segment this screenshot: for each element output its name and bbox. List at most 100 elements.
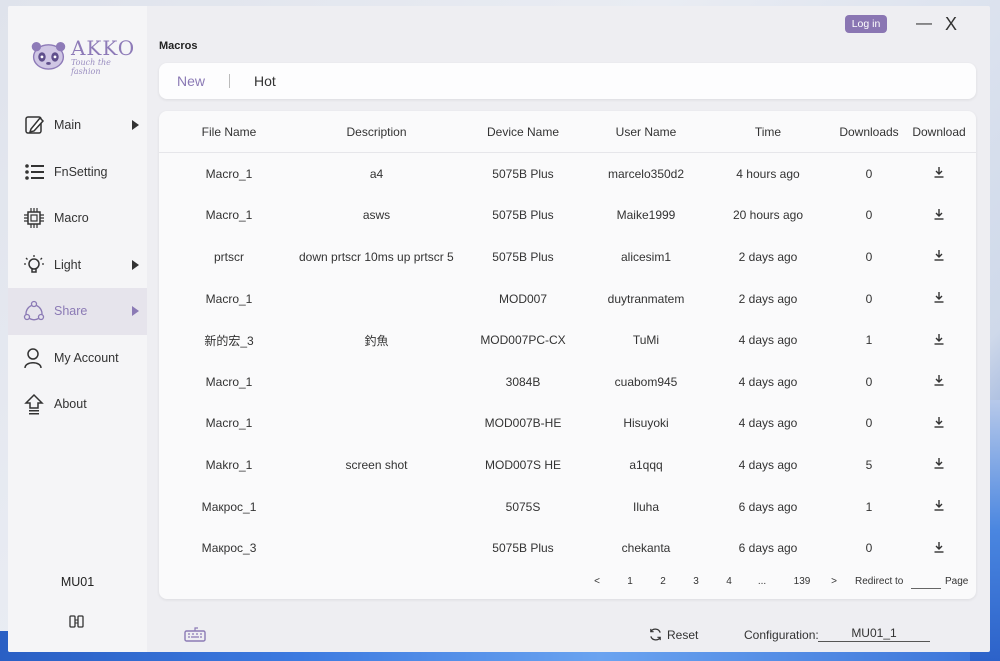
download-button[interactable] [902, 291, 976, 306]
tab-new[interactable]: New [165, 73, 217, 89]
sidebar-item-label: Main [54, 118, 82, 133]
cell-description: down prtscr 10ms up prtscr 50ms [299, 249, 454, 264]
page-button[interactable]: 3 [686, 576, 706, 587]
list-icon [23, 161, 45, 183]
download-button[interactable] [902, 166, 976, 181]
cell-downloads: 0 [865, 249, 873, 264]
column-header-downloads[interactable]: Downloads [836, 125, 902, 139]
download-button[interactable] [902, 208, 976, 223]
download-button[interactable] [902, 374, 976, 389]
sidebar-item-fnsetting[interactable]: FnSetting [8, 149, 147, 196]
download-button[interactable] [902, 457, 976, 472]
page-button[interactable]: 4 [719, 576, 739, 587]
cell-user-name: chekanta [621, 541, 671, 556]
tab-hot[interactable]: Hot [242, 73, 288, 89]
cell-time: 6 days ago [738, 541, 798, 556]
sidebar-item-label: Macro [54, 211, 89, 226]
table-row: Makro_1 screen shot MOD007S HE a1qqq 4 days … [159, 444, 976, 486]
cell-time: 6 days ago [738, 499, 798, 514]
sidebar-item-label: Light [54, 257, 82, 272]
column-header-time[interactable]: Time [700, 125, 836, 139]
cell-user-name: duytranmatem [607, 291, 685, 306]
cell-time: 2 days ago [738, 291, 798, 306]
sidebar-item-light[interactable]: Light [8, 242, 147, 289]
panda-logo-icon [31, 42, 66, 70]
cell-device-name: 5075B Plus [492, 166, 554, 181]
cell-time: 2 days ago [738, 249, 798, 264]
page-button[interactable]: 2 [653, 576, 673, 587]
sidebar-item-my-account[interactable]: My Account [8, 335, 147, 382]
table-row: Macro_1 asws 5075B Plus Maike1999 20 hours a… [159, 195, 976, 237]
brand-tagline: Touch the fashion [70, 58, 111, 76]
table-body: Macro_1 a4 5075B Plus marcelo350d2 4 hours a… [159, 153, 976, 569]
tab-bar: New Hot [159, 63, 976, 99]
sidebar-item-label: About [54, 397, 87, 412]
column-header-user-name[interactable]: User Name [592, 125, 700, 139]
login-button[interactable]: Log in [845, 15, 887, 33]
sidebar-item-label: Share [54, 304, 88, 319]
bulb-icon [23, 254, 45, 276]
download-button[interactable] [902, 249, 976, 264]
sidebar-item-main[interactable]: Main [8, 102, 147, 149]
sidebar-item-about[interactable]: About [8, 381, 147, 428]
cell-description: a4 [369, 166, 384, 181]
share-icon [23, 300, 45, 322]
sidebar-item-label: My Account [54, 350, 119, 365]
download-button[interactable] [902, 541, 976, 556]
cell-user-name: alicesim1 [620, 249, 671, 264]
table-row: 新的宏_3 釣魚 MOD007PC-CX TuMi 4 days ago 1 [159, 319, 976, 361]
cell-file-name: prtscr [214, 249, 244, 264]
column-header-file-name[interactable]: File Name [159, 125, 299, 139]
table-row: prtscr down prtscr 10ms up prtscr 50ms 507… [159, 236, 976, 278]
sidebar-item-macro[interactable]: Macro [8, 195, 147, 242]
table-header: File Name Description Device Name User N… [159, 111, 976, 153]
next-page-button[interactable]: > [824, 576, 844, 587]
prev-page-button[interactable]: < [587, 576, 607, 587]
brand-logo: AKKO Touch the fashion [28, 34, 138, 78]
column-header-device-name[interactable]: Device Name [454, 125, 592, 139]
cell-downloads: 0 [865, 166, 873, 181]
cell-time: 4 days ago [738, 374, 798, 389]
app-window: AKKO Touch the fashion Main FnSetting Ma… [8, 6, 990, 652]
reset-button[interactable]: Reset [648, 627, 698, 642]
cell-time: 20 hours ago [732, 208, 804, 223]
cell-file-name: Macro_1 [205, 208, 253, 223]
sidebar-item-share[interactable]: Share [8, 288, 147, 335]
cell-time: 4 hours ago [736, 166, 800, 181]
cell-file-name: Macro_1 [205, 166, 253, 181]
cell-device-name: 5075B Plus [492, 249, 554, 264]
download-button[interactable] [902, 333, 976, 348]
download-button[interactable] [902, 416, 976, 431]
cell-downloads: 5 [865, 457, 873, 472]
column-header-description[interactable]: Description [299, 125, 454, 139]
table-row: Макрос_1 5075S Iluha 6 days ago 1 [159, 486, 976, 528]
page-button[interactable]: 139 [785, 576, 819, 587]
download-icon [934, 458, 944, 470]
close-button[interactable]: X [943, 14, 959, 34]
table-row: Macro_1 MOD007 duytranmatem 2 days ago 0 [159, 278, 976, 320]
cell-user-name: cuabom945 [614, 374, 678, 389]
page-button[interactable]: 1 [620, 576, 640, 587]
cell-user-name: a1qqq [629, 457, 663, 472]
configuration-select[interactable]: MU01_1 [818, 626, 930, 642]
sidebar-item-label: FnSetting [54, 164, 108, 179]
cell-downloads: 0 [865, 291, 873, 306]
cell-device-name: MOD007S HE [484, 457, 562, 472]
download-icon [934, 208, 944, 220]
brand-name: AKKO [70, 36, 136, 60]
cell-file-name: Macro_1 [205, 374, 253, 389]
tab-divider [229, 74, 231, 88]
redirect-page-input[interactable] [911, 588, 941, 589]
cell-file-name: Макрос_1 [201, 499, 257, 514]
page-ellipsis: ... [757, 576, 767, 587]
page-title: Macros [159, 40, 198, 52]
keyboard-icon[interactable] [184, 626, 206, 642]
download-icon [934, 416, 944, 428]
minimize-button[interactable]: — [916, 16, 932, 32]
device-name: MU01 [60, 575, 95, 589]
download-button[interactable] [902, 499, 976, 514]
download-icon [934, 500, 944, 511]
table-row: Macro_1 MOD007B-HE Hisuyoki 4 days ago 0 [159, 403, 976, 445]
keyboard-switch-icon[interactable] [68, 614, 86, 630]
chevron-right-icon [132, 259, 139, 270]
